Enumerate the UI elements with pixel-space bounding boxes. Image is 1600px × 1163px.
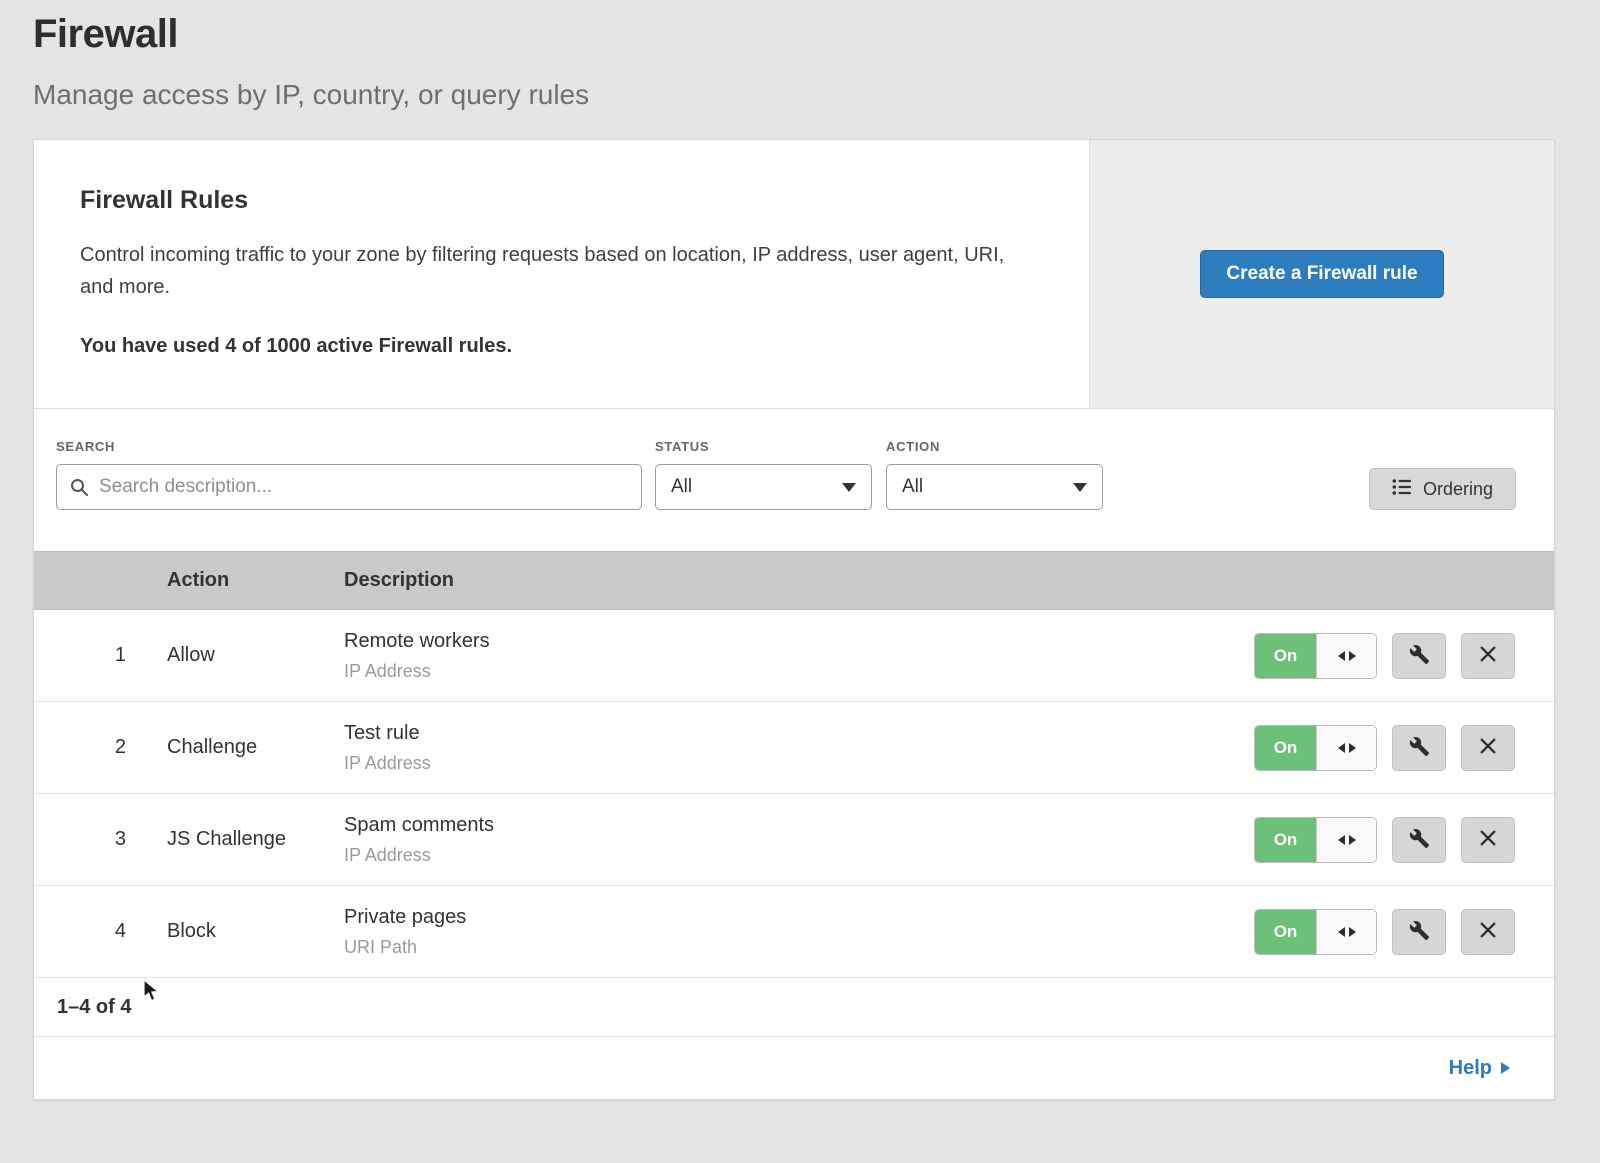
edit-rule-button[interactable] [1392, 909, 1446, 955]
toggle-arrows-icon [1316, 818, 1376, 862]
rules-description: Control incoming traffic to your zone by… [80, 239, 1030, 303]
page-subtitle: Manage access by IP, country, or query r… [33, 79, 1567, 111]
search-label: SEARCH [56, 439, 642, 454]
rule-number: 1 [34, 644, 144, 667]
rule-action: Allow [144, 644, 344, 667]
rule-title: Test rule [344, 722, 1234, 745]
chevron-right-icon [1501, 1062, 1510, 1074]
list-icon [1392, 477, 1412, 502]
action-label: ACTION [886, 439, 1103, 454]
rule-number: 2 [34, 736, 144, 759]
rules-intro-side-panel: Create a Firewall rule [1090, 140, 1554, 408]
search-icon [69, 477, 89, 502]
search-input[interactable] [56, 464, 642, 510]
wrench-icon [1409, 828, 1430, 852]
rule-action: Block [144, 920, 344, 943]
toggle-on-label: On [1255, 726, 1316, 770]
rule-action: JS Challenge [144, 828, 344, 851]
table-row: 4 Block Private pages URI Path On [34, 886, 1554, 978]
firewall-page: Firewall Manage access by IP, country, o… [0, 0, 1600, 1100]
rule-title: Remote workers [344, 630, 1234, 653]
x-icon [1479, 737, 1497, 758]
page-header: Firewall Manage access by IP, country, o… [0, 0, 1600, 111]
pagination-status: 1–4 of 4 [34, 978, 1554, 1037]
rule-enabled-toggle[interactable]: On [1254, 909, 1377, 955]
page-title: Firewall [33, 12, 1567, 57]
edit-rule-button[interactable] [1392, 725, 1446, 771]
toggle-on-label: On [1255, 634, 1316, 678]
chevron-down-icon [842, 483, 856, 492]
search-filter: SEARCH [56, 439, 642, 510]
status-filter: STATUS All [655, 439, 872, 510]
rule-subtitle: IP Address [344, 753, 1234, 774]
help-link-label: Help [1449, 1057, 1492, 1080]
toggle-on-label: On [1255, 818, 1316, 862]
ordering-button[interactable]: Ordering [1369, 468, 1516, 510]
toggle-on-label: On [1255, 910, 1316, 954]
rule-title: Spam comments [344, 814, 1234, 837]
action-filter: ACTION All [886, 439, 1103, 510]
action-select[interactable]: All [886, 464, 1103, 510]
chevron-down-icon [1073, 483, 1087, 492]
wrench-icon [1409, 644, 1430, 668]
table-row: 3 JS Challenge Spam comments IP Address … [34, 794, 1554, 886]
firewall-rules-card: Firewall Rules Control incoming traffic … [33, 139, 1555, 1100]
table-row: 2 Challenge Test rule IP Address On [34, 702, 1554, 794]
card-footer: Help [34, 1037, 1554, 1099]
delete-rule-button[interactable] [1461, 909, 1515, 955]
rules-intro-section: Firewall Rules Control incoming traffic … [34, 140, 1554, 409]
rule-enabled-toggle[interactable]: On [1254, 725, 1377, 771]
column-header-action: Action [144, 569, 344, 592]
create-firewall-rule-button[interactable]: Create a Firewall rule [1200, 250, 1443, 298]
column-header-description: Description [344, 569, 1234, 592]
rule-action: Challenge [144, 736, 344, 759]
x-icon [1479, 921, 1497, 942]
rule-subtitle: IP Address [344, 661, 1234, 682]
action-value: All [902, 476, 923, 498]
rules-usage: You have used 4 of 1000 active Firewall … [80, 335, 1049, 358]
edit-rule-button[interactable] [1392, 633, 1446, 679]
rule-enabled-toggle[interactable]: On [1254, 633, 1377, 679]
rule-title: Private pages [344, 906, 1234, 929]
rules-intro-text: Firewall Rules Control incoming traffic … [34, 140, 1090, 408]
delete-rule-button[interactable] [1461, 725, 1515, 771]
toggle-arrows-icon [1316, 910, 1376, 954]
table-row: 1 Allow Remote workers IP Address On [34, 610, 1554, 702]
status-value: All [671, 476, 692, 498]
wrench-icon [1409, 920, 1430, 944]
rule-subtitle: URI Path [344, 937, 1234, 958]
toggle-arrows-icon [1316, 726, 1376, 770]
filters-bar: SEARCH STATUS All ACTION All [34, 409, 1554, 551]
x-icon [1479, 645, 1497, 666]
ordering-button-label: Ordering [1423, 479, 1493, 500]
wrench-icon [1409, 736, 1430, 760]
edit-rule-button[interactable] [1392, 817, 1446, 863]
rule-number: 3 [34, 828, 144, 851]
rule-enabled-toggle[interactable]: On [1254, 817, 1377, 863]
x-icon [1479, 829, 1497, 850]
help-link[interactable]: Help [1449, 1057, 1510, 1080]
delete-rule-button[interactable] [1461, 633, 1515, 679]
status-label: STATUS [655, 439, 872, 454]
toggle-arrows-icon [1316, 634, 1376, 678]
rules-heading: Firewall Rules [80, 186, 1049, 215]
rule-number: 4 [34, 920, 144, 943]
rule-subtitle: IP Address [344, 845, 1234, 866]
status-select[interactable]: All [655, 464, 872, 510]
table-header: Action Description [34, 551, 1554, 610]
delete-rule-button[interactable] [1461, 817, 1515, 863]
